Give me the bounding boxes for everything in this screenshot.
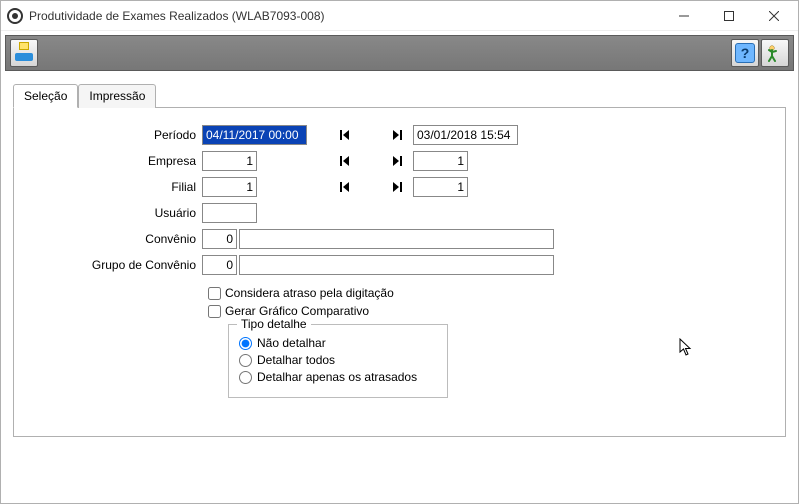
empresa-from-first-button[interactable] bbox=[337, 153, 353, 169]
exit-button[interactable] bbox=[761, 39, 789, 67]
radio-detalhar-atrasados[interactable] bbox=[239, 371, 252, 384]
gerar-grafico-label: Gerar Gráfico Comparativo bbox=[225, 304, 369, 318]
empresa-to-input[interactable] bbox=[413, 151, 468, 171]
convenio-desc-input[interactable] bbox=[239, 229, 554, 249]
titlebar: Produtividade de Exames Realizados (WLAB… bbox=[1, 1, 798, 31]
toolbar: ? bbox=[5, 35, 794, 71]
tab-panel-selecao: Período Empresa bbox=[13, 107, 786, 437]
tipo-detalhe-title: Tipo detalhe bbox=[237, 317, 311, 331]
tab-container: Seleção Impressão Período E bbox=[1, 75, 798, 503]
grupo-convenio-code-input[interactable] bbox=[202, 255, 237, 275]
print-button[interactable] bbox=[10, 39, 38, 67]
maximize-button[interactable] bbox=[706, 2, 751, 30]
radio-detalhar-todos[interactable] bbox=[239, 354, 252, 367]
radio-nao-detalhar-label: Não detalhar bbox=[257, 336, 326, 350]
usuario-input[interactable] bbox=[202, 203, 257, 223]
exit-icon bbox=[766, 44, 784, 62]
grupo-convenio-desc-input[interactable] bbox=[239, 255, 554, 275]
filial-to-last-button[interactable] bbox=[389, 179, 405, 195]
help-icon: ? bbox=[735, 43, 755, 63]
window-title: Produtividade de Exames Realizados (WLAB… bbox=[29, 9, 661, 23]
considera-atraso-checkbox[interactable] bbox=[208, 287, 221, 300]
app-icon bbox=[7, 8, 23, 24]
tipo-detalhe-group: Tipo detalhe Não detalhar Detalhar todos… bbox=[228, 324, 448, 398]
label-filial: Filial bbox=[32, 180, 202, 194]
label-empresa: Empresa bbox=[32, 154, 202, 168]
radio-nao-detalhar[interactable] bbox=[239, 337, 252, 350]
periodo-from-first-button[interactable] bbox=[337, 127, 353, 143]
radio-detalhar-atrasados-label: Detalhar apenas os atrasados bbox=[257, 370, 417, 384]
minimize-button[interactable] bbox=[661, 2, 706, 30]
label-grupo-convenio: Grupo de Convênio bbox=[32, 258, 202, 272]
empresa-from-input[interactable] bbox=[202, 151, 257, 171]
periodo-to-last-button[interactable] bbox=[389, 127, 405, 143]
empresa-to-last-button[interactable] bbox=[389, 153, 405, 169]
label-convenio: Convênio bbox=[32, 232, 202, 246]
periodo-from-input[interactable] bbox=[202, 125, 307, 145]
close-button[interactable] bbox=[751, 2, 796, 30]
periodo-to-input[interactable] bbox=[413, 125, 518, 145]
filial-from-input[interactable] bbox=[202, 177, 257, 197]
label-periodo: Período bbox=[32, 128, 202, 142]
filial-to-input[interactable] bbox=[413, 177, 468, 197]
checkbox-row-grafico: Gerar Gráfico Comparativo bbox=[208, 304, 767, 318]
radio-detalhar-todos-label: Detalhar todos bbox=[257, 353, 335, 367]
label-usuario: Usuário bbox=[32, 206, 202, 220]
tab-impressao[interactable]: Impressão bbox=[78, 84, 156, 108]
cursor-icon bbox=[679, 338, 695, 361]
tab-selecao[interactable]: Seleção bbox=[13, 84, 78, 108]
convenio-code-input[interactable] bbox=[202, 229, 237, 249]
app-window: Produtividade de Exames Realizados (WLAB… bbox=[0, 0, 799, 504]
gerar-grafico-checkbox[interactable] bbox=[208, 305, 221, 318]
filial-from-first-button[interactable] bbox=[337, 179, 353, 195]
checkbox-row-atraso: Considera atraso pela digitação bbox=[208, 286, 767, 300]
tab-strip: Seleção Impressão bbox=[13, 83, 786, 107]
help-button[interactable]: ? bbox=[731, 39, 759, 67]
window-controls bbox=[661, 2, 796, 30]
considera-atraso-label: Considera atraso pela digitação bbox=[225, 286, 394, 300]
printer-icon bbox=[14, 45, 34, 61]
